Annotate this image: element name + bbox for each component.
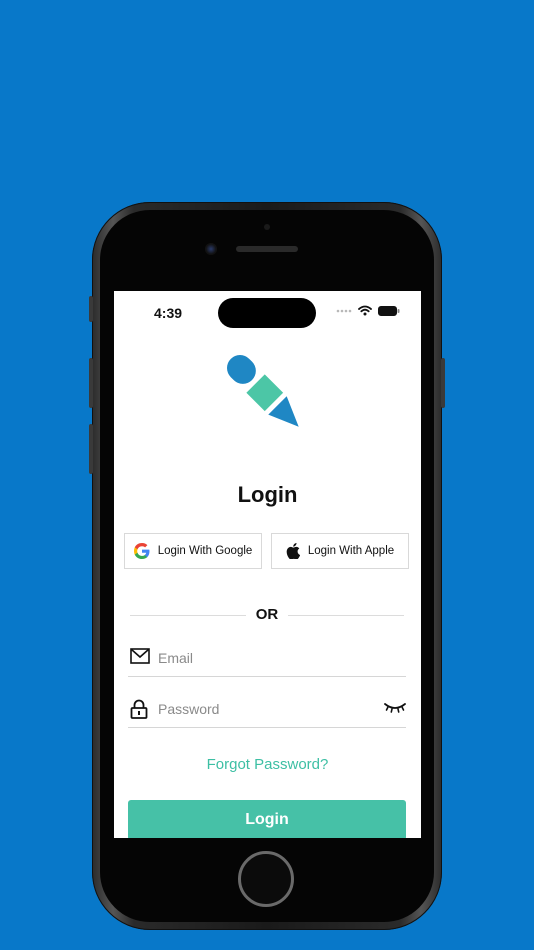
proximity-sensor [264, 224, 270, 230]
dynamic-island [218, 298, 316, 328]
battery-icon [378, 305, 400, 316]
email-input[interactable] [158, 646, 378, 670]
status-icons [336, 305, 400, 316]
home-button[interactable] [238, 851, 294, 907]
forgot-password-link[interactable]: Forgot Password? [114, 756, 421, 773]
google-icon [133, 543, 150, 559]
apple-button-label: Login With Apple [307, 545, 395, 557]
status-time: 4:39 [154, 305, 183, 321]
mute-switch [89, 296, 93, 322]
or-divider: OR [130, 605, 404, 625]
apple-icon [286, 543, 300, 559]
login-with-apple-button[interactable]: Login With Apple [271, 533, 409, 569]
app-screen: 4:39 Login Login With Google Login With … [114, 291, 421, 838]
front-camera [205, 243, 217, 255]
google-button-label: Login With Google [157, 545, 253, 557]
wifi-icon [358, 305, 372, 316]
login-button[interactable]: Login [128, 800, 406, 838]
eye-closed-icon[interactable] [384, 701, 406, 715]
password-field [128, 695, 406, 728]
power-button [441, 358, 445, 408]
login-with-google-button[interactable]: Login With Google [124, 533, 262, 569]
lock-icon [130, 699, 148, 719]
volume-down-button [89, 424, 93, 474]
pencil-logo-icon [227, 355, 299, 427]
volume-up-button [89, 358, 93, 408]
or-label: OR [255, 606, 279, 623]
earpiece-speaker [236, 246, 298, 252]
password-input[interactable] [158, 697, 378, 721]
signal-dots-icon [336, 309, 352, 312]
mail-icon [130, 648, 150, 664]
page-title: Login [237, 482, 298, 507]
email-field [128, 644, 406, 677]
